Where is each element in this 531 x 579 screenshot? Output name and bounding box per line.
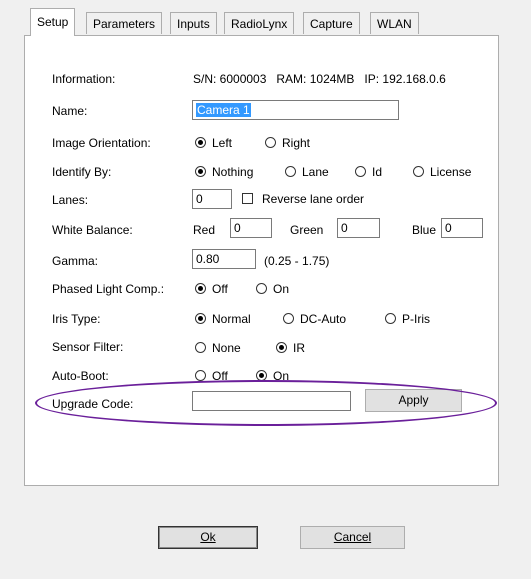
identify-nothing-label: Nothing	[212, 165, 254, 179]
orientation-left-radio[interactable]: Left	[195, 136, 232, 150]
radio-dot	[265, 137, 276, 148]
iris-p-iris-radio[interactable]: P-Iris	[385, 312, 430, 326]
information-value: S/N: 6000003 RAM: 1024MB IP: 192.168.0.6	[193, 72, 446, 86]
white-balance-label: White Balance:	[52, 223, 133, 237]
radio-dot	[195, 313, 206, 324]
iris-type-label: Iris Type:	[52, 312, 101, 326]
green-label: Green	[290, 223, 324, 237]
identify-id-radio[interactable]: Id	[355, 165, 382, 179]
tab-radiolynx[interactable]: RadioLynx	[224, 12, 295, 34]
name-input[interactable]: Camera 1	[192, 100, 399, 120]
ok-button-label: Ok	[200, 530, 216, 544]
radio-dot	[195, 137, 206, 148]
lanes-input[interactable]: 0	[192, 189, 232, 209]
iris-dc-auto-label: DC-Auto	[300, 312, 347, 326]
orientation-right-radio[interactable]: Right	[265, 136, 310, 150]
image-orientation-label: Image Orientation:	[52, 136, 151, 150]
radio-dot	[195, 370, 206, 381]
radio-dot	[195, 342, 206, 353]
identify-by-label: Identify By:	[52, 165, 112, 179]
radio-dot	[355, 166, 366, 177]
sensor-none-label: None	[212, 341, 241, 355]
identify-lane-radio[interactable]: Lane	[285, 165, 329, 179]
highlight-oval	[35, 380, 497, 426]
blue-input[interactable]: 0	[441, 218, 483, 238]
gamma-input[interactable]: 0.80	[192, 249, 256, 269]
iris-p-iris-label: P-Iris	[402, 312, 430, 326]
radio-dot	[385, 313, 396, 324]
orientation-right-label: Right	[282, 136, 311, 150]
radio-dot	[283, 313, 294, 324]
red-input[interactable]: 0	[230, 218, 272, 238]
blue-label: Blue	[412, 223, 437, 237]
radio-dot	[195, 166, 206, 177]
tab-capture[interactable]: Capture	[303, 12, 360, 34]
reverse-lane-order-label: Reverse lane order	[262, 192, 365, 206]
identify-license-radio[interactable]: License	[413, 165, 471, 179]
iris-normal-radio[interactable]: Normal	[195, 312, 251, 326]
phased-on-label: On	[273, 282, 290, 296]
iris-dc-auto-radio[interactable]: DC-Auto	[283, 312, 346, 326]
cancel-button[interactable]: Cancel	[300, 526, 405, 549]
information-label: Information:	[52, 72, 116, 86]
radio-dot	[195, 283, 206, 294]
radio-dot	[285, 166, 296, 177]
radio-dot	[276, 342, 287, 353]
sensor-ir-label: IR	[293, 341, 305, 355]
gamma-label: Gamma:	[52, 254, 99, 268]
cancel-button-label: Cancel	[333, 530, 372, 544]
identify-lane-label: Lane	[302, 165, 329, 179]
sensor-none-radio[interactable]: None	[195, 341, 241, 355]
green-input[interactable]: 0	[337, 218, 380, 238]
tab-parameters[interactable]: Parameters	[86, 12, 163, 34]
sensor-ir-radio[interactable]: IR	[276, 341, 305, 355]
phased-on-radio[interactable]: On	[256, 282, 289, 296]
radio-dot	[413, 166, 424, 177]
name-input-value: Camera 1	[196, 103, 251, 117]
identify-id-label: Id	[372, 165, 383, 179]
identify-license-label: License	[430, 165, 472, 179]
ok-button[interactable]: Ok	[158, 526, 258, 549]
tab-inputs[interactable]: Inputs	[170, 12, 217, 34]
tab-wlan[interactable]: WLAN	[370, 12, 419, 34]
orientation-left-label: Left	[212, 136, 233, 150]
lanes-label: Lanes:	[52, 193, 89, 207]
radio-dot	[256, 283, 267, 294]
identify-nothing-radio[interactable]: Nothing	[195, 165, 253, 179]
red-label: Red	[193, 223, 216, 237]
reverse-lane-order-checkbox[interactable]	[242, 193, 253, 204]
name-label: Name:	[52, 104, 88, 118]
phased-light-comp-label: Phased Light Comp.:	[52, 282, 165, 296]
phased-off-label: Off	[212, 282, 228, 296]
gamma-range-label: (0.25 - 1.75)	[264, 254, 330, 268]
auto-boot-label: Auto-Boot:	[52, 369, 109, 383]
sensor-filter-label: Sensor Filter:	[52, 340, 124, 354]
iris-normal-label: Normal	[212, 312, 251, 326]
tab-setup[interactable]: Setup	[30, 8, 76, 36]
phased-off-radio[interactable]: Off	[195, 282, 228, 296]
